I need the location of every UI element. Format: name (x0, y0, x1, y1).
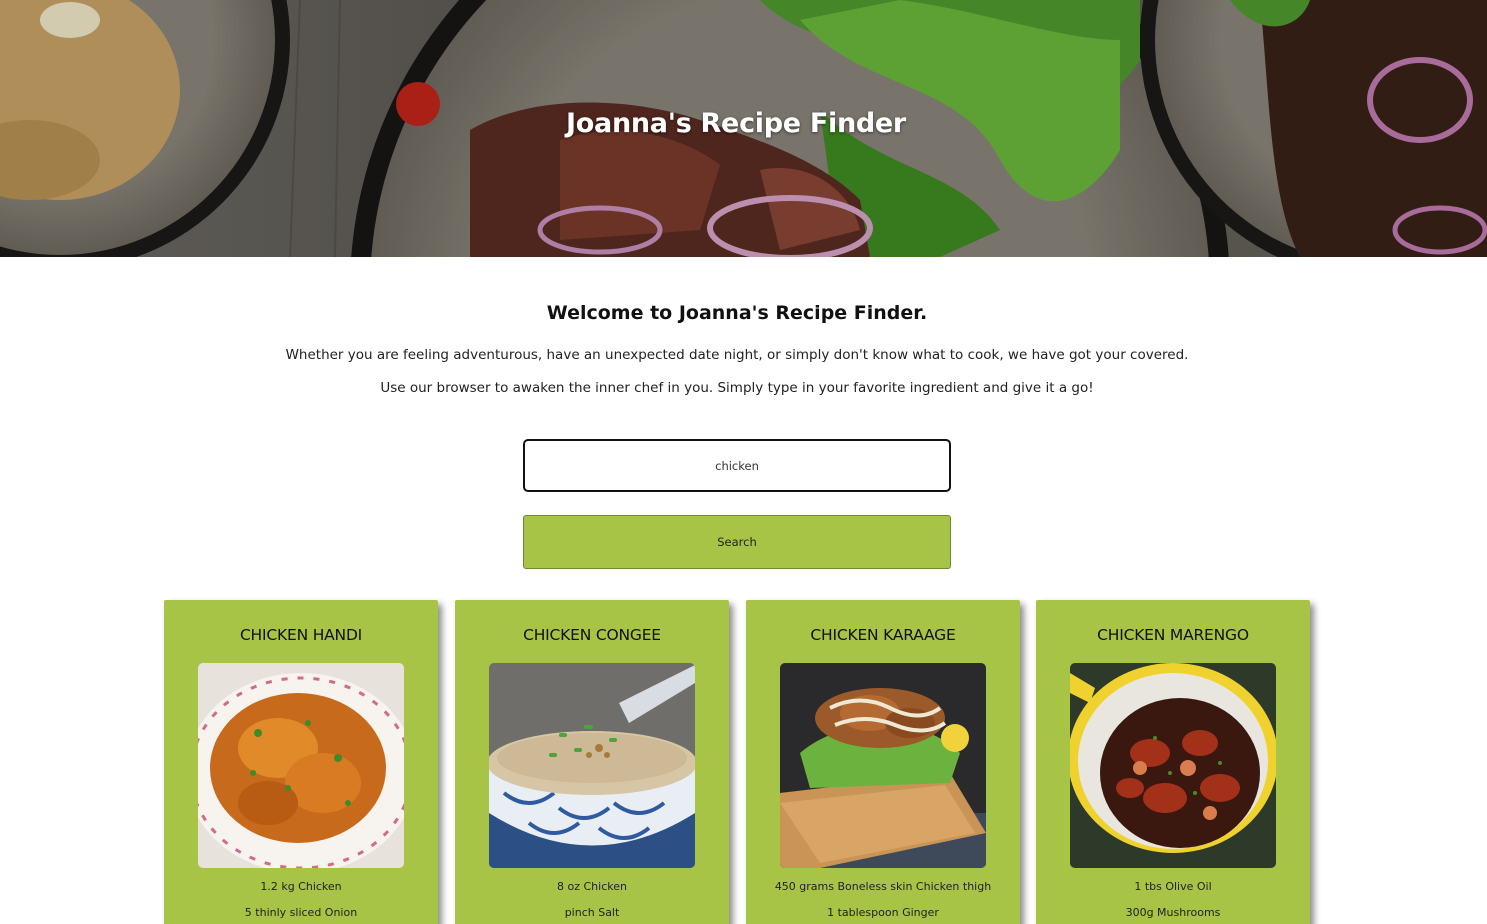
search-button[interactable]: Search (523, 515, 951, 569)
ingredient-line: 450 grams Boneless skin Chicken thigh (774, 880, 992, 893)
ingredient-line: 5 thinly sliced Onion (244, 906, 358, 919)
intro-paragraph-2: Use our browser to awaken the inner chef… (380, 380, 1094, 396)
ingredient-line: 8 oz Chicken (557, 880, 627, 893)
search-input[interactable] (523, 439, 951, 492)
recipe-card[interactable]: CHICKEN KARAAGE 450 grams Boneless skin … (746, 600, 1020, 924)
recipe-card[interactable]: CHICKEN CONGEE 8 oz Chicken pinch Salt (455, 600, 729, 924)
recipe-title: CHICKEN KARAAGE (810, 626, 956, 644)
recipe-card[interactable]: CHICKEN MARENGO 1 tbs Olive Oil 300g Mus… (1036, 600, 1310, 924)
recipe-card[interactable]: CHICKEN HANDI 1.2 kg Chicken 5 thinly sl… (164, 600, 438, 924)
karaage-plate-photo (780, 663, 986, 868)
ingredient-line: 1 tbs Olive Oil (1134, 880, 1212, 893)
recipe-title: CHICKEN MARENGO (1097, 626, 1249, 644)
ingredient-line: 1 tablespoon Ginger (827, 906, 939, 919)
page-title: Joanna's Recipe Finder (566, 108, 906, 139)
ingredient-line: 300g Mushrooms (1125, 906, 1221, 919)
congee-bowl-photo (489, 663, 695, 868)
intro-paragraph-1: Whether you are feeling adventurous, hav… (285, 347, 1189, 363)
chicken-curry-photo (198, 663, 404, 868)
marengo-pot-photo (1070, 663, 1276, 868)
welcome-heading: Welcome to Joanna's Recipe Finder. (546, 302, 928, 324)
ingredient-line: pinch Salt (564, 906, 620, 919)
hero-banner: Joanna's Recipe Finder (0, 0, 1487, 257)
recipe-title: CHICKEN HANDI (239, 626, 363, 644)
recipe-title: CHICKEN CONGEE (523, 626, 661, 644)
ingredient-line: 1.2 kg Chicken (260, 880, 342, 893)
